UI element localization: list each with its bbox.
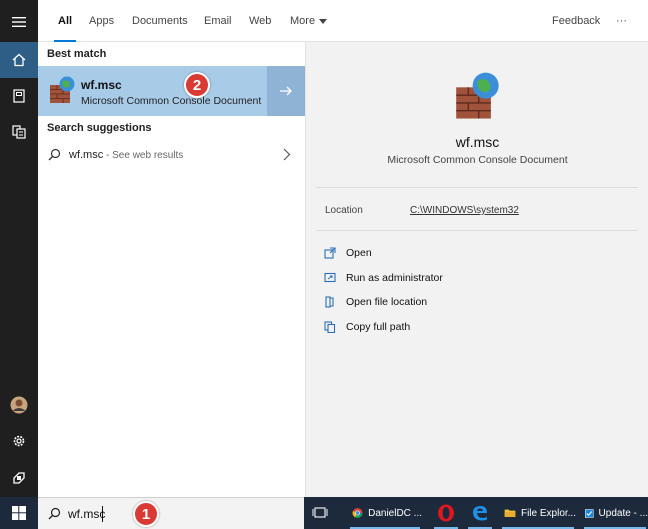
feedback-hub-icon xyxy=(13,472,25,484)
location-label: Location xyxy=(325,205,363,216)
hamburger-icon xyxy=(12,17,26,27)
file-explorer-icon xyxy=(504,509,516,517)
chrome-icon xyxy=(352,508,363,518)
documents-list-button[interactable] xyxy=(0,114,38,150)
tab-all[interactable]: All xyxy=(53,0,77,42)
windows-logo-icon xyxy=(12,506,26,520)
documents-rail-button[interactable] xyxy=(0,78,38,114)
search-tabs: All Apps Documents Email Web More Feedba… xyxy=(38,0,648,42)
notebook-icon xyxy=(13,89,25,103)
taskbar-item-update[interactable]: Update - ... xyxy=(582,497,648,529)
details-divider xyxy=(316,187,638,188)
taskbar: wf.msc DanielDC ... File Explor... Updat… xyxy=(0,497,648,529)
best-match-item[interactable]: wf.msc Microsoft Common Console Document xyxy=(38,66,267,116)
open-details-button[interactable] xyxy=(267,66,305,116)
search-icon xyxy=(48,148,61,161)
search-input[interactable]: wf.msc xyxy=(68,507,105,521)
suggestion-text: wf.msc - See web results xyxy=(69,149,183,161)
chevron-right-icon xyxy=(283,148,291,161)
run-as-admin-action[interactable]: Run as administrator xyxy=(324,269,443,287)
tab-apps[interactable]: Apps xyxy=(89,0,114,42)
task-view-icon xyxy=(312,507,328,518)
open-icon xyxy=(324,247,336,259)
hamburger-menu-button[interactable] xyxy=(0,4,38,40)
step-2-badge: 2 xyxy=(184,72,210,98)
home-icon xyxy=(12,53,26,67)
taskbar-item-file-explorer[interactable]: File Explor... xyxy=(500,497,576,529)
arrow-right-icon xyxy=(280,86,292,96)
search-suggestions-heading: Search suggestions xyxy=(47,122,152,134)
taskbar-item-file-explorer-label: File Explor... xyxy=(520,507,576,519)
taskbar-item-update-label: Update - ... xyxy=(598,507,648,519)
best-match-title: wf.msc xyxy=(81,78,122,92)
copy-icon xyxy=(324,321,336,333)
taskbar-item-chrome[interactable]: DanielDC ... xyxy=(348,497,422,529)
open-action[interactable]: Open xyxy=(324,244,372,262)
results-list: Best match wf.msc Microsoft Common Conso… xyxy=(38,42,305,497)
more-options-button[interactable]: ··· xyxy=(616,0,627,42)
user-account-button[interactable] xyxy=(0,387,38,423)
tab-web[interactable]: Web xyxy=(249,0,271,42)
settings-button[interactable] xyxy=(0,423,38,459)
copy-full-path-action[interactable]: Copy full path xyxy=(324,318,410,336)
start-rail xyxy=(0,0,38,497)
power-button[interactable] xyxy=(0,460,38,496)
search-panel: All Apps Documents Email Web More Feedba… xyxy=(38,0,648,497)
step-1-badge: 1 xyxy=(133,501,159,527)
details-divider xyxy=(316,230,638,231)
tab-more-label: More xyxy=(290,15,316,27)
avatar xyxy=(10,396,28,414)
home-button[interactable] xyxy=(0,42,38,78)
location-link[interactable]: C:\WINDOWS\system32 xyxy=(410,205,519,216)
taskbar-item-chrome-label: DanielDC ... xyxy=(368,507,422,519)
edge-icon xyxy=(473,506,487,521)
details-pane: wf.msc Microsoft Common Console Document… xyxy=(305,42,648,497)
suggestion-hint: - See web results xyxy=(103,150,184,161)
best-match-subtitle: Microsoft Common Console Document xyxy=(81,95,262,107)
taskbar-search-box[interactable]: wf.msc xyxy=(38,497,304,529)
tab-more[interactable]: More xyxy=(290,0,328,42)
feedback-link[interactable]: Feedback xyxy=(552,0,600,42)
task-view-button[interactable] xyxy=(312,497,328,529)
shield-run-icon xyxy=(324,272,336,283)
open-file-location-action[interactable]: Open file location xyxy=(324,293,427,311)
folder-location-icon xyxy=(325,296,334,308)
document-list-icon xyxy=(12,125,26,139)
checkbox-app-icon xyxy=(585,508,594,518)
web-suggestion-item[interactable]: wf.msc - See web results xyxy=(38,140,305,170)
taskbar-item-opera[interactable] xyxy=(432,497,460,529)
gear-icon xyxy=(13,435,25,447)
taskbar-item-edge[interactable] xyxy=(466,497,494,529)
open-file-location-label: Open file location xyxy=(346,296,428,308)
chevron-down-icon xyxy=(319,18,328,24)
open-action-label: Open xyxy=(346,247,372,259)
search-icon xyxy=(48,507,61,520)
run-as-admin-label: Run as administrator xyxy=(346,272,443,284)
details-app-type: Microsoft Common Console Document xyxy=(387,154,568,166)
firewall-large-icon xyxy=(456,72,499,119)
tab-email[interactable]: Email xyxy=(204,0,232,42)
suggestion-query: wf.msc xyxy=(69,149,104,161)
tab-documents[interactable]: Documents xyxy=(132,0,188,42)
copy-full-path-label: Copy full path xyxy=(346,321,411,333)
start-button[interactable] xyxy=(0,497,38,529)
best-match-heading: Best match xyxy=(47,48,107,60)
text-cursor xyxy=(102,506,103,522)
details-app-name: wf.msc xyxy=(455,134,500,150)
firewall-app-icon xyxy=(50,76,75,103)
opera-icon xyxy=(438,504,454,522)
